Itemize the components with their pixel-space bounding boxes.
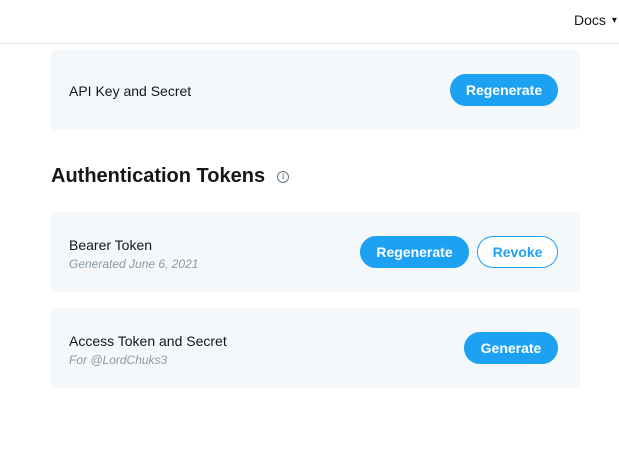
section-title: Authentication Tokens: [51, 165, 266, 187]
regenerate-api-key-button[interactable]: Regenerate: [450, 74, 558, 106]
top-navigation-bar: Docs ▾: [0, 0, 619, 44]
bearer-token-title: Bearer Token: [69, 237, 153, 253]
revoke-bearer-token-button[interactable]: Revoke: [477, 236, 558, 268]
docs-menu[interactable]: Docs ▾: [574, 12, 617, 28]
authentication-tokens-heading: Authentication Tokens i: [51, 165, 290, 188]
api-key-card: API Key and Secret Regenerate: [51, 50, 580, 130]
api-key-title: API Key and Secret: [69, 83, 192, 99]
bearer-token-card: Bearer Token Generated June 6, 2021 Rege…: [51, 212, 580, 292]
info-icon[interactable]: i: [277, 170, 290, 183]
chevron-down-icon[interactable]: ▾: [612, 15, 617, 26]
access-token-handle: For @LordChuks3: [69, 353, 168, 367]
access-token-title: Access Token and Secret: [69, 333, 227, 349]
regenerate-bearer-token-button[interactable]: Regenerate: [360, 236, 469, 268]
generate-access-token-button[interactable]: Generate: [464, 332, 558, 364]
bearer-token-date: Generated June 6, 2021: [69, 257, 199, 271]
access-token-card: Access Token and Secret For @LordChuks3 …: [51, 308, 580, 388]
docs-label[interactable]: Docs: [574, 12, 606, 28]
